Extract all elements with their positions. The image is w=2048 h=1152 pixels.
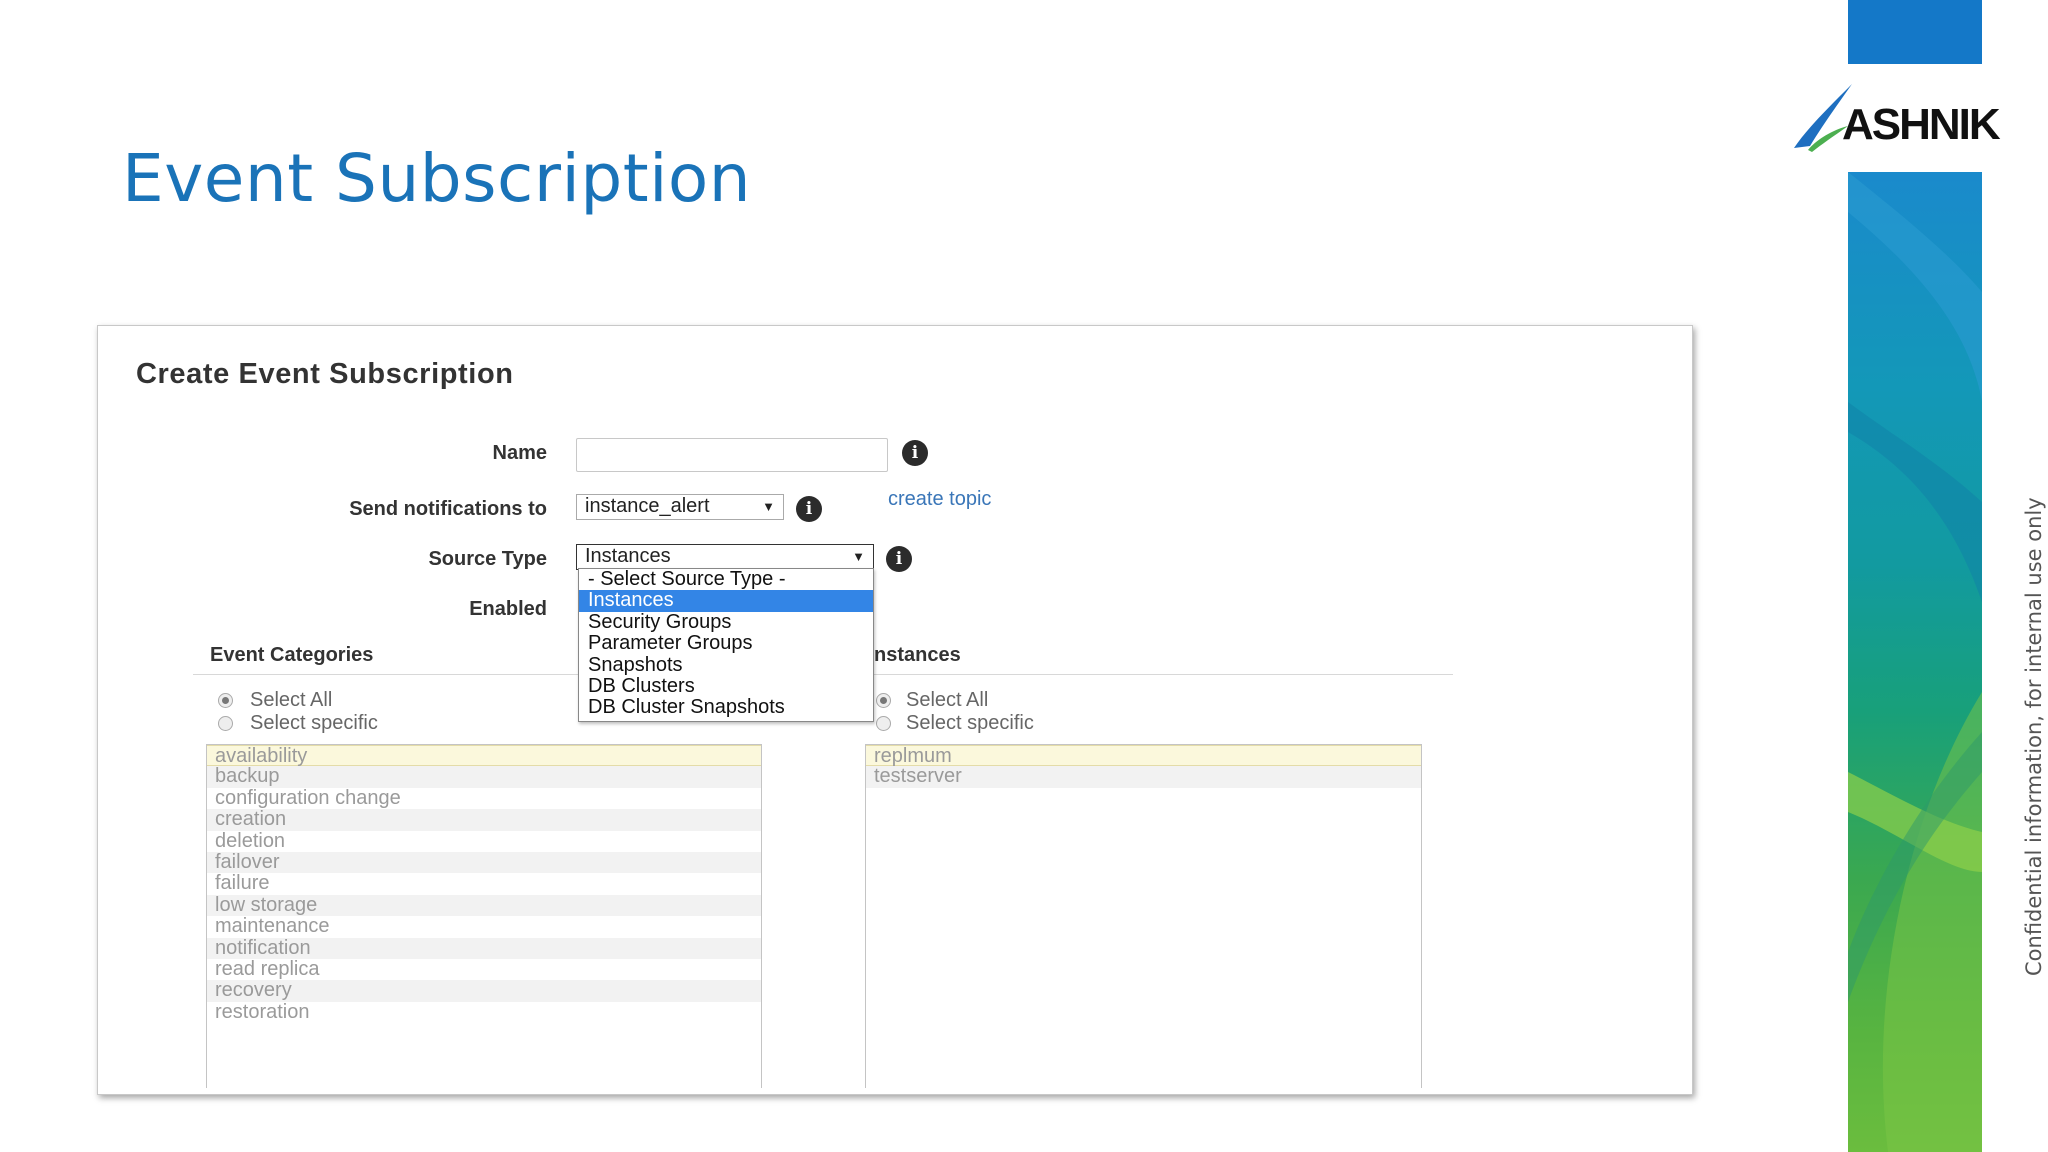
list-item[interactable]: availability [207, 745, 761, 767]
list-item[interactable]: low storage [207, 894, 761, 917]
caret-down-icon: ▼ [852, 549, 865, 564]
confidential-note: Confidential information, for internal u… [2022, 497, 2046, 976]
info-icon[interactable]: i [886, 546, 912, 572]
notify-label: Send notifications to [349, 498, 547, 520]
logo-text: ASHNIK [1842, 100, 2001, 149]
instances-select-all-radio[interactable] [876, 693, 891, 708]
create-topic-link[interactable]: create topic [888, 488, 991, 511]
panel-title: Create Event Subscription [136, 358, 514, 390]
notify-select[interactable]: instance_alert ▼ [576, 494, 784, 520]
instances-select-all-label: Select All [906, 689, 989, 711]
event-categories-heading: Event Categories [210, 644, 374, 666]
event-categories-select-specific-label: Select specific [250, 712, 378, 734]
list-item[interactable]: notification [207, 937, 761, 959]
dropdown-option-selected[interactable]: Instances [579, 589, 873, 612]
instances-select-specific-radio[interactable] [876, 716, 891, 731]
event-categories-select-specific-radio[interactable] [218, 716, 233, 731]
notify-select-value: instance_alert [585, 495, 710, 517]
source-type-dropdown[interactable]: - Select Source Type - Instances Securit… [578, 568, 874, 722]
list-item[interactable]: failover [207, 851, 761, 874]
dropdown-option[interactable]: Parameter Groups [579, 632, 873, 654]
list-item[interactable]: creation [207, 808, 761, 831]
list-item[interactable]: maintenance [207, 915, 761, 937]
dropdown-option[interactable]: DB Cluster Snapshots [579, 696, 873, 718]
info-icon[interactable]: i [902, 440, 928, 466]
event-categories-listbox[interactable]: availability backup configuration change… [206, 744, 762, 1088]
name-input[interactable] [576, 438, 888, 472]
list-item[interactable]: configuration change [207, 787, 761, 809]
source-type-label: Source Type [428, 548, 547, 570]
list-item[interactable]: recovery [207, 979, 761, 1002]
list-item[interactable]: failure [207, 872, 761, 894]
list-item[interactable]: testserver [866, 765, 1421, 788]
enabled-label: Enabled [469, 598, 547, 620]
slide-title: Event Subscription [122, 140, 752, 217]
ashnik-logo: ASHNIK [1786, 80, 2006, 156]
instances-heading: nstances [874, 644, 961, 666]
dropdown-option[interactable]: Security Groups [579, 611, 873, 633]
decorative-strip [1848, 172, 1982, 1152]
list-item[interactable]: read replica [207, 958, 761, 980]
info-icon[interactable]: i [796, 496, 822, 522]
dropdown-option[interactable]: - Select Source Type - [579, 568, 873, 590]
create-event-subscription-panel: Create Event Subscription Name i Send no… [97, 325, 1693, 1095]
decorative-strip-top [1848, 0, 1982, 64]
event-categories-select-all-radio[interactable] [218, 693, 233, 708]
dropdown-option[interactable]: Snapshots [579, 654, 873, 676]
source-type-select[interactable]: Instances ▼ [576, 544, 874, 570]
name-label: Name [492, 442, 547, 464]
event-categories-select-all-label: Select All [250, 689, 333, 711]
source-type-select-value: Instances [585, 545, 671, 567]
list-item[interactable]: backup [207, 765, 761, 788]
instances-listbox[interactable]: replmum testserver [865, 744, 1422, 1088]
caret-down-icon: ▼ [762, 499, 775, 514]
dropdown-option[interactable]: DB Clusters [579, 675, 873, 697]
instances-select-specific-label: Select specific [906, 712, 1034, 734]
list-item[interactable]: deletion [207, 830, 761, 852]
list-item[interactable]: replmum [866, 745, 1421, 767]
list-item[interactable]: restoration [207, 1001, 761, 1023]
